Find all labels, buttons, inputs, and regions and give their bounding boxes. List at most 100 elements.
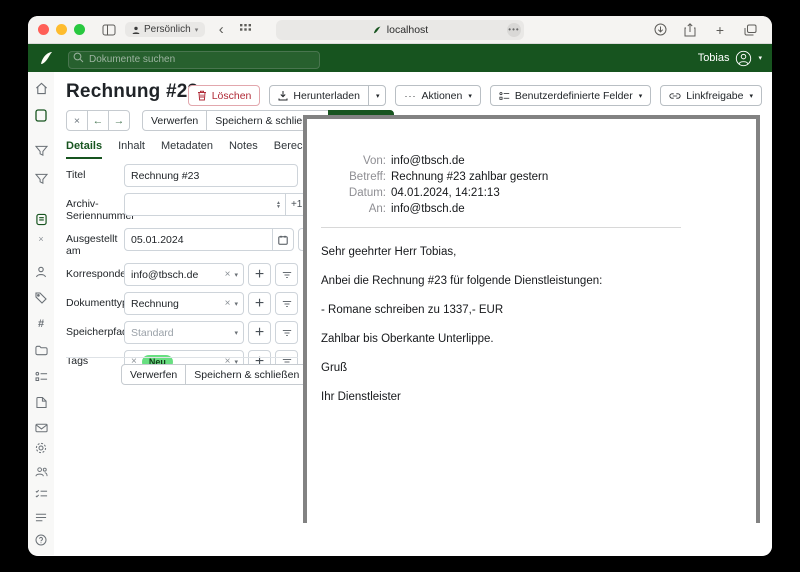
calendar-button[interactable]: [272, 229, 293, 250]
global-search[interactable]: [68, 49, 320, 67]
sidebar-item-workflows[interactable]: [33, 395, 49, 409]
sidebar-item-mail[interactable]: [33, 421, 49, 435]
back-button[interactable]: ‹: [211, 20, 231, 40]
caret-down-icon: ▾: [468, 92, 472, 100]
app-header: Tobias ▾: [28, 44, 772, 72]
previous-document-button[interactable]: ←: [87, 110, 109, 131]
email-header-row: Datum: 04.01.2024, 14:21:13: [321, 185, 548, 201]
document-preview-frame[interactable]: Von: info@tbsch.de Betreff: Rechnung #23…: [303, 115, 760, 523]
title-input[interactable]: [125, 170, 297, 182]
sidebar-item-storage-paths[interactable]: [33, 343, 49, 357]
discard-button-bottom[interactable]: Verwerfen: [121, 364, 186, 385]
chevron-down-icon: ▾: [195, 26, 199, 34]
close-open-document-icon[interactable]: ×: [33, 234, 49, 243]
field-storage-path: Speicherpfad Standard ▾ +: [66, 321, 298, 344]
sidebar-item-documents[interactable]: [33, 108, 49, 122]
filter-by-storage-path-button[interactable]: [275, 321, 298, 344]
download-options-button[interactable]: ▾: [368, 85, 387, 106]
sidebar-item-custom-fields[interactable]: [33, 369, 49, 383]
add-correspondent-button[interactable]: +: [248, 263, 271, 286]
sidebar-item-documentation[interactable]: [33, 533, 49, 547]
sidebar-item-open-document[interactable]: [33, 212, 49, 226]
profile-button[interactable]: Persönlich ▾: [125, 22, 205, 37]
search-input[interactable]: [68, 51, 320, 69]
avatar[interactable]: [735, 50, 752, 67]
sidebar-item-logs[interactable]: [33, 510, 49, 524]
tab-metadaten[interactable]: Metadaten: [161, 140, 213, 159]
share-link-button[interactable]: Linkfreigabe▾: [660, 85, 762, 106]
download-button[interactable]: Herunterladen: [269, 85, 369, 106]
storage-path-select[interactable]: Standard ▾: [124, 321, 244, 344]
spinner-icon[interactable]: ▲▼: [272, 201, 285, 209]
caret-down-icon: ▾: [233, 329, 243, 337]
created-date-input[interactable]: [125, 234, 272, 246]
sidebar-item-tags[interactable]: [33, 291, 49, 305]
caret-down-icon: ▾: [749, 92, 753, 100]
custom-fields-button[interactable]: Benutzerdefinierte Felder▾: [490, 85, 651, 106]
field-label: Dokumenttyp: [66, 292, 124, 315]
site-favicon: [372, 25, 382, 35]
share-icon[interactable]: [680, 20, 700, 40]
filter-by-document-type-button[interactable]: [275, 292, 298, 315]
email-paragraph: Sehr geehrter Herr Tobias,: [321, 246, 756, 258]
sidebar-item-dashboard[interactable]: [33, 81, 49, 95]
asn-input[interactable]: [125, 199, 272, 211]
email-header-value: info@tbsch.de: [391, 153, 548, 169]
field-label: Speicherpfad: [66, 321, 124, 344]
sidebar-item-users-groups[interactable]: [33, 464, 49, 478]
sidebar-item-saved-view-1[interactable]: [33, 144, 49, 158]
discard-button[interactable]: Verwerfen: [142, 110, 207, 131]
tab-details[interactable]: Details: [66, 140, 102, 159]
page-more-icon[interactable]: •••: [507, 23, 521, 37]
chevron-down-icon[interactable]: ▾: [758, 54, 762, 62]
tab-inhalt[interactable]: Inhalt: [118, 140, 145, 159]
sidebar-item-settings[interactable]: [33, 441, 49, 455]
tab-notes[interactable]: Notes: [229, 140, 258, 159]
field-asn: Archiv-Seriennummer ▲▼ +1: [66, 193, 298, 222]
address-bar[interactable]: localhost •••: [276, 20, 524, 40]
next-document-button[interactable]: →: [108, 110, 130, 131]
sidebar-item-tasks[interactable]: [33, 487, 49, 501]
dots-icon: ···: [404, 91, 416, 101]
downloads-icon[interactable]: [650, 20, 670, 40]
save-close-button-bottom[interactable]: Speichern & schließen: [185, 364, 308, 385]
trash-icon: [197, 90, 207, 101]
filter-by-correspondent-button[interactable]: [275, 263, 298, 286]
field-label: Korrespondent: [66, 263, 124, 286]
app-sidebar: × #: [28, 72, 54, 555]
filter-icon: [282, 300, 292, 308]
sidebar-item-document-types[interactable]: #: [33, 317, 49, 331]
document-form: Titel Archiv-Seriennummer ▲▼ +1 Ausgeste…: [66, 164, 298, 379]
delete-button[interactable]: Löschen: [188, 85, 261, 106]
paperless-logo-icon: [38, 50, 54, 66]
tab-overview-icon[interactable]: [740, 20, 760, 40]
zoom-window-button[interactable]: [74, 24, 85, 35]
add-storage-path-button[interactable]: +: [248, 321, 271, 344]
email-header-row: Betreff: Rechnung #23 zahlbar gestern: [321, 169, 548, 185]
clear-icon[interactable]: ×: [222, 269, 234, 280]
sidebar-item-correspondents[interactable]: [33, 265, 49, 279]
tab-grid-icon[interactable]: [235, 20, 255, 40]
search-icon: [73, 52, 84, 63]
close-document-button[interactable]: ×: [66, 110, 88, 131]
correspondent-select[interactable]: info@tbsch.de × ▾: [124, 263, 244, 286]
minimize-window-button[interactable]: [56, 24, 67, 35]
email-paragraph: Gruß: [321, 362, 756, 374]
field-title: Titel: [66, 164, 298, 187]
browser-window: Persönlich ▾ ‹ localhost ••• +: [28, 16, 772, 556]
sidebar-toggle-icon[interactable]: [99, 20, 119, 40]
document-type-select[interactable]: Rechnung × ▾: [124, 292, 244, 315]
document-nav-group: × ← →: [66, 110, 130, 131]
email-header-value: 04.01.2024, 14:21:13: [391, 185, 548, 201]
actions-button[interactable]: ··· Aktionen▾: [395, 85, 480, 106]
field-label: Ausgestellt am: [66, 228, 124, 257]
email-header-label: Datum:: [321, 185, 391, 201]
clear-icon[interactable]: ×: [222, 298, 234, 309]
close-window-button[interactable]: [38, 24, 49, 35]
sidebar-item-saved-view-2[interactable]: [33, 172, 49, 186]
email-header-row: Von: info@tbsch.de: [321, 153, 548, 169]
new-tab-icon[interactable]: +: [710, 20, 730, 40]
link-icon: [669, 92, 681, 100]
add-document-type-button[interactable]: +: [248, 292, 271, 315]
filter-icon: [282, 329, 292, 337]
